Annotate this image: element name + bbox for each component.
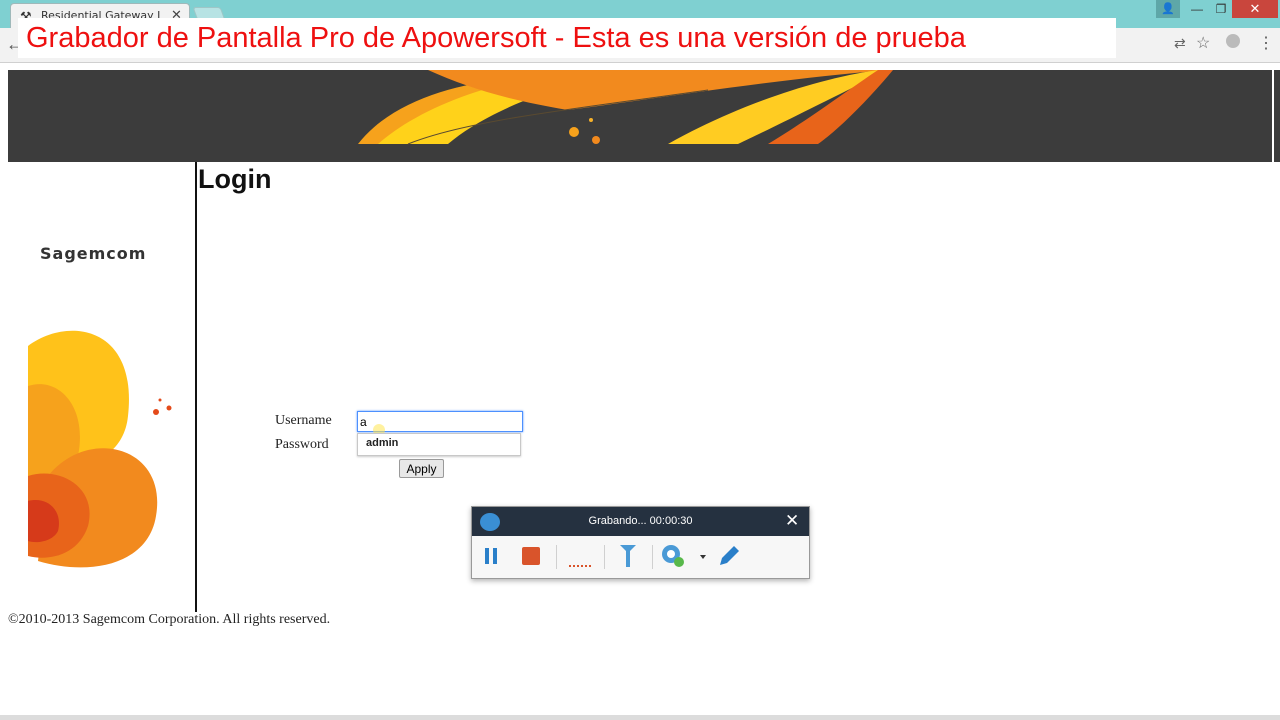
window-restore-button[interactable]: ❐ — [1208, 0, 1234, 18]
recorder-watermark: Grabador de Pantalla Pro de Apowersoft -… — [18, 18, 1116, 58]
autocomplete-item-admin[interactable]: admin — [366, 437, 398, 449]
screen-recorder-panel: Grabando... 00:00:30 ✕ — [471, 506, 810, 579]
copyright-footer: ©2010-2013 Sagemcom Corporation. All rig… — [8, 612, 331, 627]
pause-icon[interactable] — [482, 543, 502, 569]
window-minimize-button[interactable]: — — [1184, 0, 1210, 18]
header-banner — [8, 70, 1272, 162]
recording-status: Grabando... 00:00:30 — [588, 515, 693, 527]
webcam-icon[interactable] — [660, 543, 686, 569]
password-label: Password — [275, 437, 329, 452]
extension-icon[interactable] — [1226, 34, 1240, 48]
toolbar-separator — [604, 545, 605, 569]
username-label: Username — [275, 413, 332, 428]
dropdown-arrow-icon[interactable] — [698, 543, 708, 569]
recorder-close-icon[interactable]: ✕ — [785, 511, 799, 531]
sidebar-divider — [195, 162, 197, 612]
recorder-header: Grabando... 00:00:30 ✕ — [472, 507, 809, 536]
bottom-scrollbar-area — [0, 715, 1280, 720]
pencil-icon[interactable] — [716, 543, 742, 569]
banner-edge — [1274, 70, 1280, 162]
page-title: Login — [198, 164, 272, 194]
toolbar-separator — [652, 545, 653, 569]
stop-icon[interactable] — [520, 543, 542, 569]
autocomplete-dropdown: admin — [357, 433, 521, 456]
sidebar-flame-graphic — [28, 330, 172, 568]
apply-button[interactable]: Apply — [399, 459, 444, 478]
dotted-line-icon[interactable] — [568, 543, 594, 569]
user-profile-icon[interactable]: 👤 — [1156, 0, 1180, 18]
cursor-icon[interactable] — [616, 543, 640, 569]
banner-swirl-graphic — [358, 70, 893, 145]
window-close-button[interactable]: ✕ — [1232, 0, 1278, 18]
bookmark-star-icon[interactable]: ☆ — [1196, 33, 1210, 53]
translate-icon[interactable]: ⇄ — [1174, 35, 1186, 52]
toolbar-separator — [556, 545, 557, 569]
browser-menu-icon[interactable]: ⋮ — [1258, 33, 1274, 53]
sagemcom-logo: Sagemcom — [40, 244, 147, 263]
